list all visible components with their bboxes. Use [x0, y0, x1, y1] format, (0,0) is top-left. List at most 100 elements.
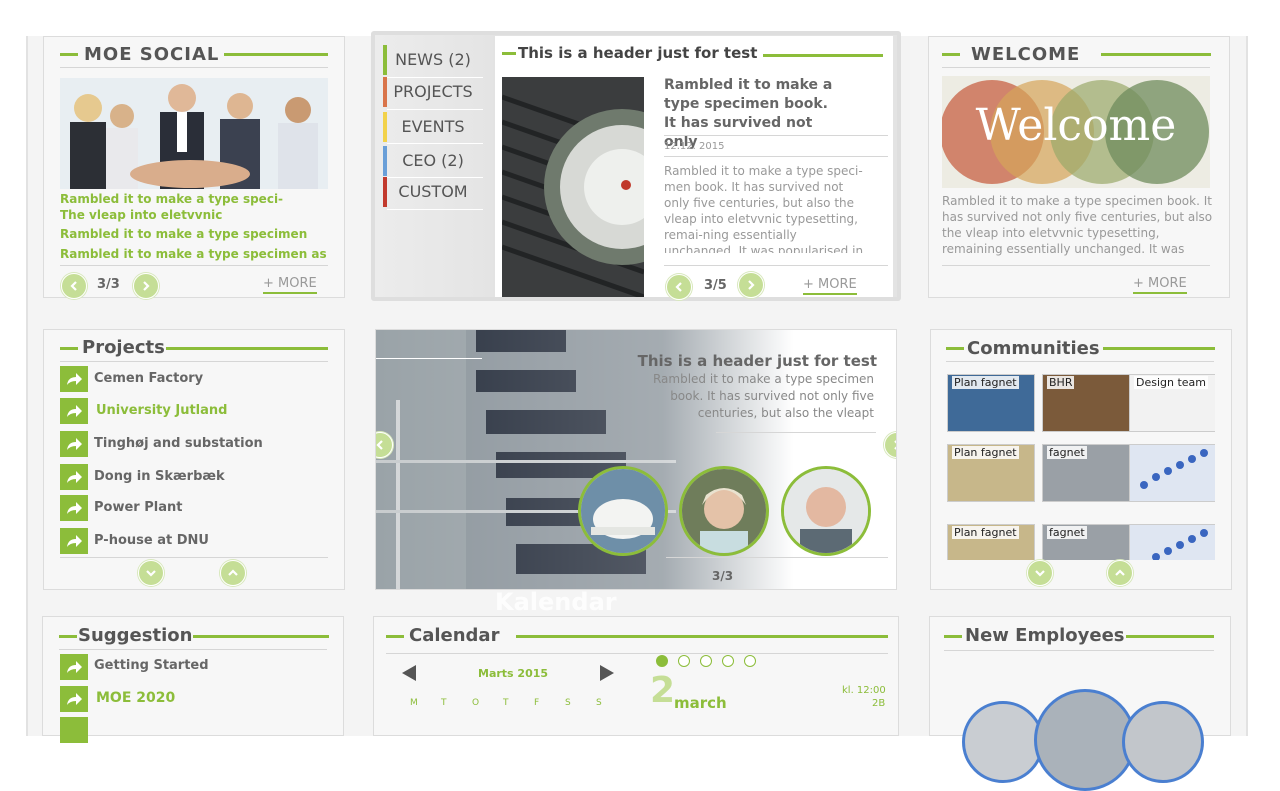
- community-tile[interactable]: fagnet: [1042, 444, 1130, 502]
- news-image[interactable]: [502, 77, 644, 297]
- suggestion-item-icon: [60, 686, 88, 712]
- projects-panel: Projects Cemen Factory University Jutland…: [43, 329, 345, 590]
- community-tile-label: BHR: [1047, 376, 1075, 389]
- social-title: MOE SOCIAL: [84, 44, 220, 65]
- suggestion-item-icon: [60, 654, 88, 680]
- projects-scroll-up-button[interactable]: [220, 560, 246, 586]
- chevron-up-icon: [1115, 569, 1125, 576]
- calendar-page-dot[interactable]: [744, 655, 756, 667]
- communities-scroll-up-button[interactable]: [1107, 560, 1133, 586]
- project-item[interactable]: University Jutland: [96, 403, 227, 418]
- news-tab-ceo[interactable]: CEO (2): [383, 146, 483, 176]
- community-tile[interactable]: [1129, 444, 1215, 502]
- community-tile[interactable]: [1129, 524, 1215, 560]
- news-pager: 3/5: [704, 278, 727, 293]
- welcome-title: WELCOME: [971, 44, 1081, 65]
- chevron-right-icon: [894, 440, 896, 450]
- share-arrow-icon: [67, 471, 82, 483]
- community-tile[interactable]: Plan fagnet: [947, 524, 1035, 560]
- chevron-down-icon: [1035, 570, 1045, 577]
- social-pager: 3/3: [97, 277, 120, 292]
- project-item[interactable]: Dong in Skærbæk: [94, 469, 225, 484]
- communities-title: Communities: [967, 338, 1100, 359]
- welcome-body: Rambled it to make a type specimen book.…: [942, 194, 1213, 259]
- calendar-weekday: T: [441, 698, 447, 708]
- community-tile[interactable]: BHR: [1042, 374, 1130, 432]
- chevron-up-icon: [228, 569, 238, 576]
- news-tab-custom[interactable]: CUSTOM: [383, 177, 483, 207]
- projects-scroll-down-button[interactable]: [138, 560, 164, 586]
- news-header: This is a header just for test: [518, 44, 758, 62]
- slider-thumb-woman[interactable]: [679, 466, 769, 556]
- social-prev-button[interactable]: [61, 273, 87, 299]
- suggestion-item-0[interactable]: Getting Started: [94, 658, 209, 673]
- employee-avatar-3[interactable]: [1122, 701, 1204, 783]
- calendar-page-dot[interactable]: [678, 655, 690, 667]
- social-more-link[interactable]: + MORE: [263, 276, 317, 294]
- calendar-month: Marts 2015: [478, 667, 549, 680]
- chevron-left-icon: [70, 281, 77, 291]
- share-arrow-icon: [67, 502, 82, 514]
- calendar-panel: Calendar Marts 2015 M T O T F S S 2 march kl. …: [373, 616, 899, 736]
- share-arrow-icon: [67, 438, 82, 450]
- suggestion-panel: Suggestion Getting Started MOE 2020: [42, 616, 344, 743]
- calendar-prev-month-button[interactable]: [402, 665, 416, 681]
- news-prev-button[interactable]: [666, 274, 692, 300]
- social-photo[interactable]: [60, 78, 328, 189]
- calendar-day-number: 2: [650, 670, 676, 711]
- chevron-right-icon: [143, 281, 150, 291]
- news-tab-projects[interactable]: PROJECTS: [383, 77, 483, 107]
- news-tab-events[interactable]: EVENTS: [383, 112, 483, 142]
- slider-thumb-helmet[interactable]: [578, 466, 668, 556]
- employee-avatar-2[interactable]: [1034, 689, 1136, 791]
- suggestion-title: Suggestion: [78, 625, 193, 646]
- slider-header: This is a header just for test: [637, 352, 877, 370]
- communities-panel: Communities Plan fagnet BHR Design team Pla…: [930, 329, 1232, 590]
- project-item[interactable]: P-house at DNU: [94, 533, 209, 548]
- suggestion-item-icon: [60, 717, 88, 743]
- suggestion-item-1[interactable]: MOE 2020: [96, 690, 175, 706]
- project-item[interactable]: Power Plant: [94, 500, 182, 515]
- calendar-page-dot[interactable]: [700, 655, 712, 667]
- project-item[interactable]: Cemen Factory: [94, 371, 203, 386]
- welcome-more-link[interactable]: + MORE: [1133, 276, 1187, 294]
- employee-avatar-1[interactable]: [962, 701, 1044, 783]
- welcome-image[interactable]: Welcome: [942, 76, 1210, 188]
- chevron-left-icon: [675, 282, 682, 292]
- social-line-3[interactable]: Rambled it to make a type specimen: [60, 227, 307, 241]
- social-line-1[interactable]: Rambled it to make a type speci-: [60, 192, 283, 206]
- project-item-icon: [60, 495, 88, 521]
- community-tile[interactable]: Plan fagnet: [947, 444, 1035, 502]
- social-line-2[interactable]: The vleap into eletvvnic: [60, 208, 222, 222]
- social-panel: MOE SOCIAL Rambled it to make a type spe…: [43, 36, 345, 299]
- share-arrow-icon: [67, 373, 82, 385]
- slider-thumb-man[interactable]: [781, 466, 871, 556]
- calendar-weekday: F: [534, 698, 540, 708]
- calendar-room: 2B: [872, 698, 886, 709]
- slider-body: Rambled it to make a type specimen book.…: [652, 372, 874, 420]
- project-item-icon: [60, 528, 88, 554]
- calendar-page-dot[interactable]: [722, 655, 734, 667]
- community-tile-label: Design team: [1134, 376, 1209, 389]
- community-tile[interactable]: fagnet: [1042, 524, 1130, 560]
- news-next-button[interactable]: [738, 272, 764, 298]
- project-item[interactable]: Tinghøj and substation: [94, 436, 263, 451]
- calendar-next-month-button[interactable]: [600, 665, 614, 681]
- news-tab-news[interactable]: NEWS (2): [383, 45, 483, 75]
- social-line-4[interactable]: Rambled it to make a type specimen as: [60, 247, 327, 261]
- community-tile[interactable]: Design team: [1129, 374, 1215, 432]
- community-tile[interactable]: Plan fagnet: [947, 374, 1035, 432]
- calendar-weekday: O: [472, 698, 480, 708]
- slider-pager: 3/3: [712, 569, 734, 583]
- news-content: This is a header just for test Rambled i…: [495, 36, 893, 300]
- communities-scroll-down-button[interactable]: [1027, 560, 1053, 586]
- calendar-page-dot[interactable]: [656, 655, 668, 667]
- calendar-day-month: march: [674, 694, 727, 712]
- project-item-icon: [60, 366, 88, 392]
- community-tile-label: Plan fagnet: [952, 376, 1019, 389]
- calendar-weekday: M: [410, 698, 418, 708]
- news-panel: NEWS (2) PROJECTS EVENTS CEO (2) CUSTOM …: [371, 31, 901, 301]
- news-more-link[interactable]: + MORE: [803, 277, 857, 295]
- projects-title: Projects: [82, 337, 165, 358]
- social-next-button[interactable]: [133, 273, 159, 299]
